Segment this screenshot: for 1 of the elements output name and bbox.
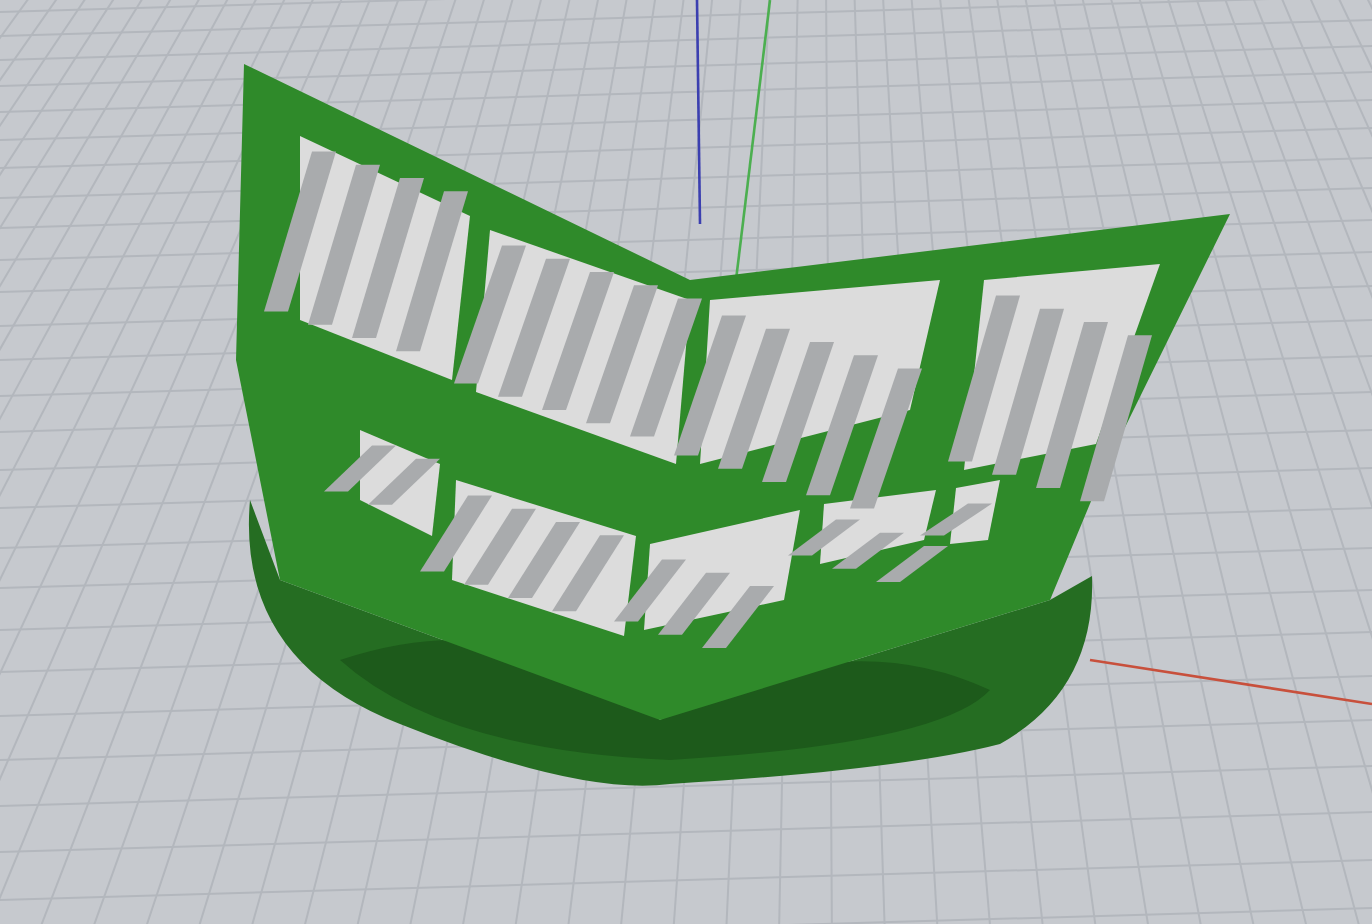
3d-viewport[interactable] xyxy=(0,0,1372,924)
